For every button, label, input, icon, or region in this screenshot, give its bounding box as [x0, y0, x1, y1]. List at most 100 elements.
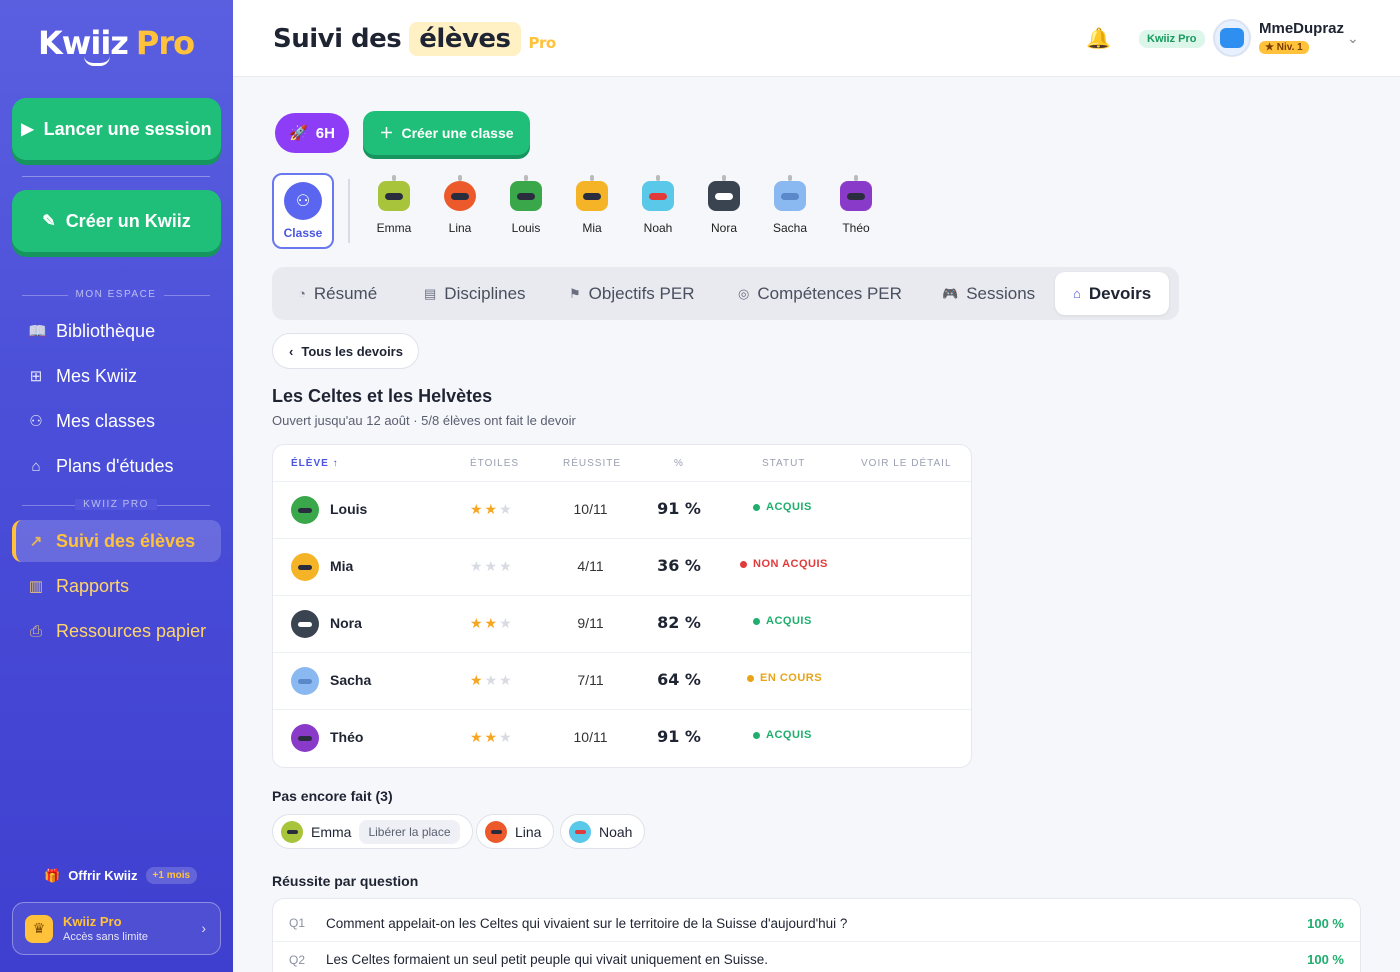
table-row[interactable]: Louis ★★★ 10/11 91 % ACQUIS — [273, 481, 971, 538]
stars-rating: ★★★ — [470, 558, 514, 574]
tab-competences-per[interactable]: ◎ Compétences PER — [720, 272, 920, 315]
student-lina[interactable]: Lina — [430, 175, 490, 235]
chevron-down-icon[interactable]: ⌄ — [1347, 30, 1359, 47]
status-badge: ACQUIS — [753, 615, 812, 627]
arrow-up-icon: ↑ — [332, 458, 339, 469]
col-reussite-header[interactable]: RÉUSSITE — [563, 458, 621, 469]
launch-session-button[interactable]: ▶ Lancer une session — [12, 98, 221, 160]
stars-rating: ★★★ — [470, 501, 514, 517]
gauge-icon: ◔ — [298, 286, 306, 301]
list-item[interactable]: Q2 Les Celtes formaient un seul petit pe… — [273, 941, 1360, 972]
col-etoiles-header[interactable]: ÉTOILES — [470, 458, 519, 469]
level-badge: ★ Niv. 1 — [1259, 41, 1309, 54]
homework-title: Les Celtes et les Helvètes — [272, 386, 493, 406]
pending-student-lina[interactable]: Lina — [476, 814, 555, 849]
kwiiz-logo[interactable]: Kwiiz Pro — [38, 24, 195, 62]
homework-subtitle: Ouvert jusqu'au 12 août · 5/8 élèves ont… — [272, 413, 576, 428]
target-icon: ◎ — [738, 285, 750, 301]
back-all-homework-button[interactable]: ‹ Tous les devoirs — [272, 333, 419, 369]
student-sacha[interactable]: Sacha — [760, 175, 820, 235]
student-louis[interactable]: Louis — [496, 175, 556, 235]
pending-student-noah[interactable]: Noah — [560, 814, 646, 849]
kwiiz-pro-card[interactable]: ♛ Kwiiz Pro Accès sans limite › — [12, 902, 221, 955]
col-statut-header[interactable]: STATUT — [762, 458, 805, 469]
sidebar-item-ressources-papier[interactable]: ⎙ Ressources papier — [12, 610, 221, 652]
robot-avatar-icon — [576, 175, 608, 211]
create-class-button[interactable]: ＋ Créer une classe — [363, 111, 530, 155]
robot-avatar-icon — [378, 175, 410, 211]
kwiiz-pro-badge: Kwiiz Pro — [1139, 30, 1205, 48]
edit-icon: ✎ — [42, 213, 56, 230]
bar-chart-icon: ▥ — [28, 578, 44, 595]
offrir-badge: +1 mois — [145, 867, 198, 884]
stars-rating: ★★★ — [470, 729, 514, 745]
pending-student-emma[interactable]: Emma Libérer la place — [272, 814, 473, 849]
tab-resume[interactable]: ◔ Résumé — [280, 272, 395, 315]
robot-avatar-icon — [485, 820, 507, 843]
robot-avatar-icon — [291, 496, 319, 524]
stars-rating: ★★★ — [470, 615, 514, 631]
robot-avatar-icon — [291, 724, 319, 752]
table-row[interactable]: Sacha ★★★ 7/11 64 % EN COURS — [273, 652, 971, 709]
class-selector-chip[interactable]: 🚀 6H — [275, 113, 349, 153]
chevron-right-icon: › — [201, 920, 206, 936]
sidebar-item-bibliotheque[interactable]: 📖 Bibliothèque — [12, 310, 221, 352]
username[interactable]: MmeDupraz — [1259, 20, 1344, 37]
col-pct-header[interactable]: % — [674, 458, 684, 469]
plus-icon: ＋ — [379, 125, 394, 141]
table-row[interactable]: Mia ★★★ 4/11 36 % NON ACQUIS — [273, 538, 971, 595]
avatar[interactable] — [1213, 19, 1251, 57]
tab-devoirs[interactable]: ⌂ Devoirs — [1055, 272, 1170, 315]
bell-icon[interactable]: 🔔 — [1086, 26, 1111, 51]
tab-sessions[interactable]: 🎮 Sessions — [924, 272, 1053, 315]
table-row[interactable]: Théo ★★★ 10/11 91 % ACQUIS — [273, 709, 971, 766]
results-table: ÉLÈVE ↑ ÉTOILES RÉUSSITE % STATUT VOIR L… — [272, 444, 972, 768]
student-noah[interactable]: Noah — [628, 175, 688, 235]
robot-avatar-icon — [281, 820, 303, 843]
student-theo[interactable]: Théo — [826, 175, 886, 235]
sidebar: Kwiiz Pro ▶ Lancer une session ✎ Créer un… — [0, 0, 233, 972]
table-row[interactable]: Nora ★★★ 9/11 82 % ACQUIS — [273, 595, 971, 652]
sidebar-item-suivi-eleves[interactable]: ↗ Suivi des élèves — [12, 520, 221, 562]
student-classe[interactable]: ⚇ Classe — [272, 173, 334, 249]
section-kwiiz-pro: KWIIZ PRO — [22, 499, 210, 510]
sidebar-item-mes-kwiiz[interactable]: ⊞ Mes Kwiiz — [12, 355, 221, 397]
create-kwiiz-button[interactable]: ✎ Créer un Kwiiz — [12, 190, 221, 252]
trend-icon: ↗ — [29, 533, 43, 550]
list-item[interactable]: Q1 Comment appelait-on les Celtes qui vi… — [273, 905, 1360, 941]
grid-icon: ⊞ — [29, 368, 43, 385]
chevron-left-icon: ‹ — [289, 343, 294, 359]
student-nora[interactable]: Nora — [694, 175, 754, 235]
robot-avatar-icon — [708, 175, 740, 211]
sidebar-item-mes-classes[interactable]: ⚇ Mes classes — [12, 400, 221, 442]
robot-avatar-icon — [642, 175, 674, 211]
status-badge: ACQUIS — [753, 501, 812, 513]
status-badge: NON ACQUIS — [740, 558, 828, 570]
sidebar-item-rapports[interactable]: ▥ Rapports — [12, 565, 221, 607]
questions-title: Réussite par question — [272, 873, 419, 889]
rocket-icon: 🚀 — [289, 125, 308, 142]
tab-disciplines[interactable]: ▤ Disciplines — [406, 272, 544, 315]
crown-icon: ♛ — [25, 914, 53, 943]
top-header: Suivi des élèves Pro 🔔 Kwiiz Pro MmeDupr… — [233, 0, 1400, 77]
tab-bar: ◔ Résumé ▤ Disciplines ⚑ Objectifs PER ◎ Com… — [272, 267, 1179, 320]
logo-smile-icon — [84, 56, 110, 66]
offrir-kwiiz-link[interactable]: 🎁 Offrir Kwiiz +1 mois — [44, 867, 198, 884]
robot-avatar-icon — [774, 175, 806, 211]
robot-avatar-icon — [510, 175, 542, 211]
group-icon: ⚇ — [284, 182, 322, 220]
col-detail-header: VOIR LE DÉTAIL — [861, 458, 952, 469]
page-title: Suivi des élèves Pro — [273, 22, 556, 56]
student-emma[interactable]: Emma — [364, 175, 424, 235]
play-icon: ▶ — [21, 121, 34, 138]
robot-avatar-icon — [291, 553, 319, 581]
student-mia[interactable]: Mia — [562, 175, 622, 235]
robot-avatar-icon — [444, 175, 476, 211]
stars-rating: ★★★ — [470, 672, 514, 688]
printer-icon: ⎙ — [29, 622, 42, 640]
tab-objectifs-per[interactable]: ⚑ Objectifs PER — [551, 272, 712, 315]
liberer-place-button[interactable]: Libérer la place — [359, 819, 460, 844]
col-eleve-header[interactable]: ÉLÈVE ↑ — [291, 458, 339, 469]
robot-avatar-icon — [840, 175, 872, 211]
sidebar-item-plans-etudes[interactable]: ⌂ Plans d'études — [12, 445, 221, 487]
